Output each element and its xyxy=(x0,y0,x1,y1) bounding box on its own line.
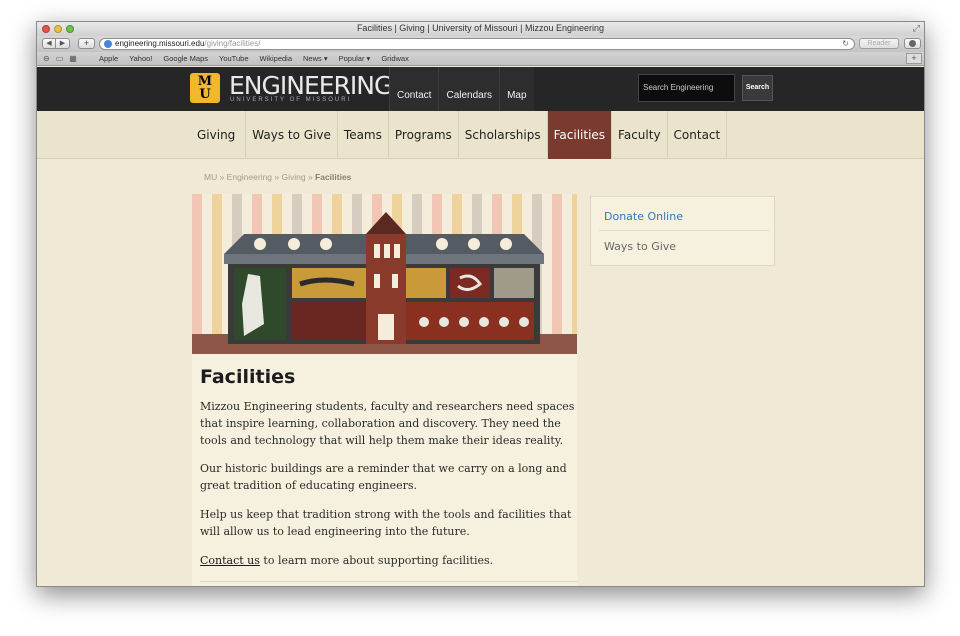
nav-contact[interactable]: Contact xyxy=(668,111,728,159)
search-button[interactable]: Search xyxy=(742,75,773,101)
reload-icon[interactable]: ↻ xyxy=(842,39,849,49)
breadcrumb-current: Facilities xyxy=(315,172,352,182)
browser-window: Facilities | Giving | University of Miss… xyxy=(36,21,925,587)
downloads-button[interactable] xyxy=(904,38,921,49)
bookmark-item[interactable]: Gridwax xyxy=(381,54,409,63)
top-sites-icon[interactable]: ▦ xyxy=(69,54,77,63)
site-header: MU ENGINEERING UNIVERSITY OF MISSOURI Co… xyxy=(37,67,924,111)
globe-icon xyxy=(104,40,112,48)
secondary-nav: Giving Ways to Give Teams Programs Schol… xyxy=(37,111,924,159)
nav-teams[interactable]: Teams xyxy=(338,111,389,159)
sidebar: Donate Online Ways to Give xyxy=(590,196,775,266)
bookmarks-bar: ⊖ ▭ ▦ Apple Yahoo! Google Maps YouTube W… xyxy=(37,52,924,66)
facilities-illustration xyxy=(192,194,577,354)
building-illustration xyxy=(224,212,544,344)
new-tab-button[interactable]: + xyxy=(78,38,95,49)
address-bar[interactable]: engineering.missouri.edu/giving/faciliti… xyxy=(99,38,855,50)
nav-ways-to-give[interactable]: Ways to Give xyxy=(246,111,338,159)
content-divider xyxy=(200,581,577,582)
bookmarks-book-icon[interactable]: ▭ xyxy=(56,54,64,63)
browser-toolbar: ◀ ▶ + engineering.missouri.edu/giving/fa… xyxy=(37,36,924,52)
back-button[interactable]: ◀ xyxy=(42,38,56,49)
sidebar-divider xyxy=(599,230,769,231)
bookmark-item[interactable]: Wikipedia xyxy=(260,54,293,63)
donate-online-link[interactable]: Donate Online xyxy=(604,210,683,223)
nav-giving[interactable]: Giving xyxy=(191,111,247,159)
add-bookmark-button[interactable]: + xyxy=(906,53,922,64)
breadcrumb: MU » Engineering » Giving » Facilities xyxy=(204,172,351,182)
page-title: Facilities xyxy=(200,366,296,388)
nav-scholarships[interactable]: Scholarships xyxy=(459,111,548,159)
contact-us-link[interactable]: Contact us xyxy=(200,554,260,567)
contact-paragraph: Contact us to learn more about supportin… xyxy=(200,552,575,569)
bookmark-items: Apple Yahoo! Google Maps YouTube Wikiped… xyxy=(99,54,409,63)
contact-paragraph-text: to learn more about supporting facilitie… xyxy=(259,554,494,567)
top-nav-calendars[interactable]: Calendars xyxy=(438,67,500,111)
tradition-paragraph: Help us keep that tradition strong with … xyxy=(200,508,572,538)
nav-programs[interactable]: Programs xyxy=(389,111,459,159)
url-path: /giving/facilities/ xyxy=(204,39,261,48)
main-content: Facilities Mizzou Engineering students, … xyxy=(192,194,577,586)
breadcrumb-trail[interactable]: MU » Engineering » Giving » xyxy=(204,172,315,182)
site-title[interactable]: ENGINEERING xyxy=(229,71,393,100)
bookmark-item[interactable]: Apple xyxy=(99,54,118,63)
history-paragraph: Our historic buildings are a reminder th… xyxy=(200,462,567,492)
window-title: Facilities | Giving | University of Miss… xyxy=(356,23,605,33)
secondary-nav-items: Giving Ways to Give Teams Programs Schol… xyxy=(191,111,728,159)
search-input[interactable]: Search Engineering xyxy=(638,74,735,102)
bookmark-item[interactable]: Google Maps xyxy=(163,54,208,63)
intro-paragraph: Mizzou Engineering students, faculty and… xyxy=(200,400,575,447)
fullscreen-icon[interactable]: ⤢ xyxy=(913,23,920,34)
forward-button[interactable]: ▶ xyxy=(56,38,70,49)
history-buttons: ◀ ▶ xyxy=(42,38,70,49)
reading-list-icon[interactable]: ⊖ xyxy=(43,54,50,63)
nav-faculty[interactable]: Faculty xyxy=(612,111,668,159)
bookmark-tools: ⊖ ▭ ▦ xyxy=(43,54,77,63)
ways-to-give-link[interactable]: Ways to Give xyxy=(604,240,676,253)
bookmark-item[interactable]: YouTube xyxy=(219,54,248,63)
top-nav-contact[interactable]: Contact xyxy=(389,67,439,111)
site-subtitle: UNIVERSITY OF MISSOURI xyxy=(230,97,352,103)
downloads-icon xyxy=(909,40,916,47)
top-nav: Contact Calendars Map xyxy=(389,67,534,111)
bookmark-item[interactable]: Popular ▾ xyxy=(339,54,371,63)
title-bar: Facilities | Giving | University of Miss… xyxy=(37,22,924,36)
nav-facilities[interactable]: Facilities xyxy=(547,111,613,159)
mizzou-logo[interactable]: MU xyxy=(190,73,220,103)
bookmark-item[interactable]: News ▾ xyxy=(303,54,328,63)
url-host: engineering.missouri.edu xyxy=(115,39,205,48)
top-nav-map[interactable]: Map xyxy=(499,67,534,111)
reader-button[interactable]: Reader xyxy=(859,38,899,49)
bookmark-item[interactable]: Yahoo! xyxy=(129,54,152,63)
